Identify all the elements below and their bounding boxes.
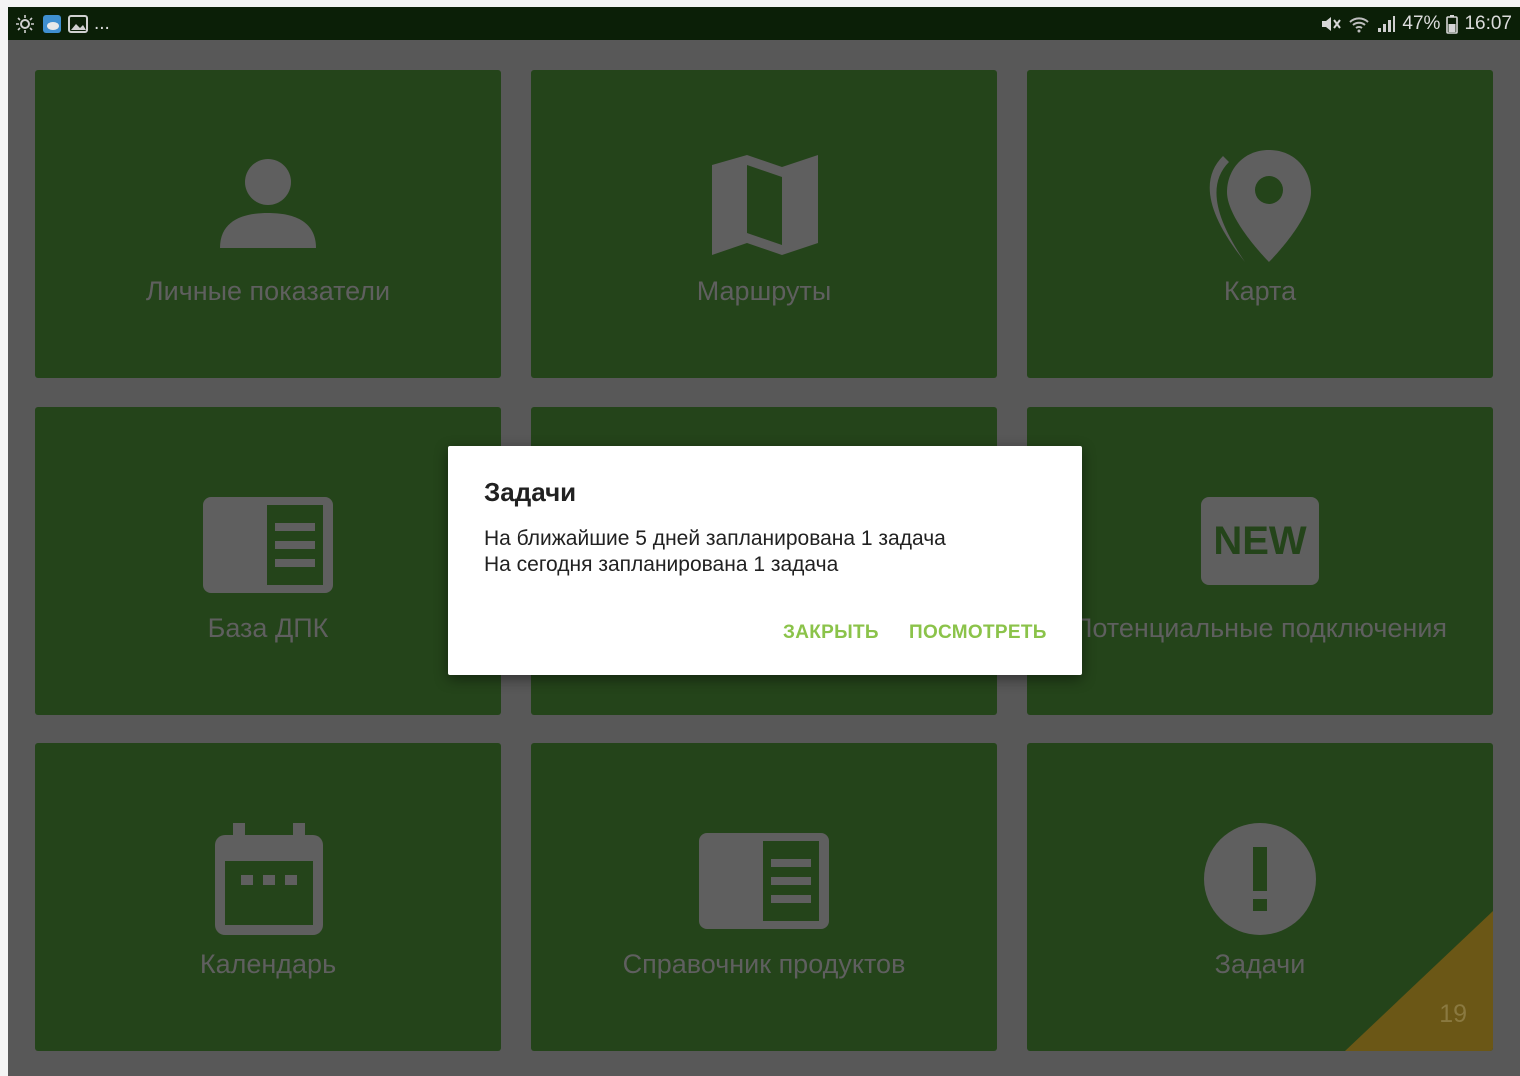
- mute-icon: [1322, 16, 1342, 31]
- tile-label: Справочник продуктов: [622, 949, 906, 979]
- status-notifications: ...: [14, 10, 110, 37]
- dialog-message-today: На сегодня запланирована 1 задача: [484, 553, 839, 576]
- clock: 16:07: [1464, 12, 1512, 34]
- battery-percent: 47%: [1402, 12, 1441, 34]
- map-icon: [712, 155, 818, 255]
- more-notifications: ...: [94, 12, 110, 34]
- close-button[interactable]: ЗАКРЫТЬ: [783, 622, 879, 644]
- tile-routes[interactable]: Маршруты: [531, 70, 997, 378]
- tile-label: Личные показатели: [145, 276, 391, 306]
- battery-icon: [1446, 14, 1459, 34]
- tile-personal-metrics[interactable]: Личные показатели: [35, 70, 501, 378]
- catalog-icon: [699, 833, 829, 929]
- status-system: 47% 16:07: [1320, 10, 1512, 37]
- catalog-icon: [203, 497, 333, 593]
- tile-dpk-base[interactable]: База ДПК: [35, 407, 501, 715]
- tasks-dialog: Задачи На ближайшие 5 дней запланирована…: [448, 446, 1082, 675]
- tile-label: Карта: [1223, 276, 1297, 306]
- dialog-title: Задачи: [484, 477, 577, 507]
- dialog-message-upcoming: На ближайшие 5 дней запланирована 1 зада…: [484, 527, 946, 550]
- tasks-count-badge: 19: [1439, 1000, 1467, 1028]
- tile-label: Задачи: [1214, 949, 1306, 979]
- tile-label: Потенциальные подключения: [1072, 613, 1448, 643]
- tile-label: Маршруты: [696, 276, 832, 306]
- tile-product-reference[interactable]: Справочник продуктов: [531, 743, 997, 1051]
- weather-icon: [43, 14, 61, 33]
- location-pin-icon: [1209, 150, 1311, 262]
- wifi-icon: [1349, 16, 1370, 32]
- badge-corner: [1345, 911, 1493, 1051]
- new-badge-icon: NEW: [1201, 497, 1319, 585]
- sync-icon: [16, 14, 34, 33]
- signal-icon: [1378, 15, 1396, 32]
- tile-label: Календарь: [199, 949, 337, 979]
- alert-icon: [1204, 823, 1316, 935]
- tile-label: База ДПК: [207, 613, 329, 643]
- tile-map[interactable]: Карта: [1027, 70, 1493, 378]
- status-bar: ... 47% 16:07: [8, 7, 1520, 40]
- calendar-icon: [215, 823, 323, 935]
- tile-potential-connections[interactable]: NEW Потенциальные подключения: [1027, 407, 1493, 715]
- view-button[interactable]: ПОСМОТРЕТЬ: [909, 622, 1047, 644]
- app-screen: ... 47% 16:07 Личные показатели Маршруты…: [8, 7, 1520, 1076]
- tile-tasks[interactable]: Задачи 19: [1027, 743, 1493, 1051]
- gallery-icon: [68, 14, 88, 33]
- person-icon: [220, 159, 316, 248]
- tile-calendar[interactable]: Календарь: [35, 743, 501, 1051]
